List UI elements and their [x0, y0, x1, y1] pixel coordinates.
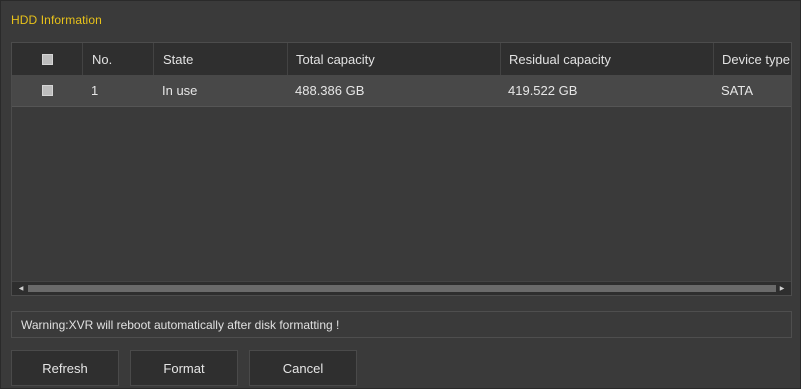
row-state: In use — [162, 83, 198, 98]
row-checkbox[interactable] — [41, 85, 53, 96]
scrollbar-thumb[interactable] — [28, 285, 776, 292]
refresh-button[interactable]: Refresh — [11, 350, 119, 386]
header-state: State — [153, 43, 287, 75]
horizontal-scrollbar[interactable]: ◀ ▶ — [12, 281, 791, 295]
row-checkbox-cell — [12, 75, 82, 106]
row-total-capacity: 488.386 GB — [295, 83, 365, 98]
header-total-capacity: Total capacity — [287, 43, 500, 75]
row-device-type: SATA — [721, 83, 754, 98]
header-select-all-cell — [12, 43, 82, 75]
table-row[interactable]: 1 In use 488.386 GB 419.522 GB SATA — [12, 75, 791, 107]
scroll-right-arrow-icon[interactable]: ▶ — [775, 282, 789, 295]
scroll-left-arrow-icon[interactable]: ◀ — [14, 282, 28, 295]
format-button[interactable]: Format — [130, 350, 238, 386]
table-header: No. State Total capacity Residual capaci… — [12, 43, 791, 76]
header-residual-capacity: Residual capacity — [500, 43, 713, 75]
cancel-button[interactable]: Cancel — [249, 350, 357, 386]
select-all-checkbox[interactable] — [41, 53, 53, 65]
hdd-table: No. State Total capacity Residual capaci… — [11, 42, 792, 296]
header-device-type: Device type — [713, 43, 791, 75]
row-residual-capacity: 419.522 GB — [508, 83, 578, 98]
panel-title: HDD Information — [11, 13, 102, 27]
warning-message: Warning:XVR will reboot automatically af… — [11, 311, 792, 338]
hdd-information-panel: HDD Information No. State Total capacity… — [0, 0, 801, 389]
header-no: No. — [82, 43, 153, 75]
row-no: 1 — [91, 83, 99, 98]
